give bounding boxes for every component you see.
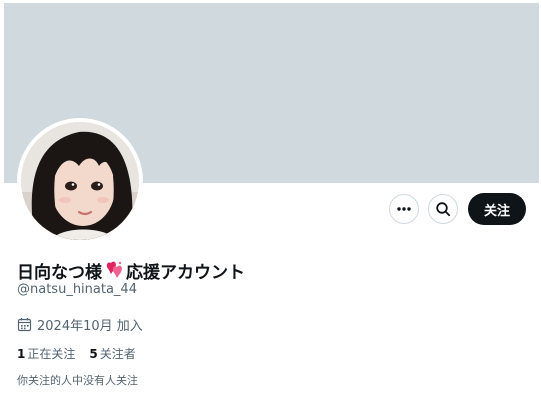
followers-link[interactable]: 5 关注者	[89, 345, 135, 362]
followers-label: 关注者	[99, 347, 136, 361]
search-icon	[436, 202, 451, 217]
calendar-icon	[17, 318, 32, 332]
avatar-border	[17, 118, 143, 244]
follow-stats: 1 正在关注 5 关注者	[17, 345, 150, 362]
join-date: 2024年10月 加入	[17, 315, 143, 334]
following-label: 正在关注	[27, 347, 76, 361]
more-horizontal-icon	[397, 207, 411, 211]
user-handle: @natsu_hinata_44	[17, 282, 137, 297]
following-count: 1	[17, 347, 26, 361]
followers-count: 5	[89, 347, 98, 361]
avatar-photo	[21, 122, 139, 240]
profile-page: 关注 日向なつ様 応援アカウント @natsu_hinata_44 2024年1…	[0, 0, 541, 413]
display-name-part1: 日向なつ様	[17, 262, 102, 283]
join-date-text: 2024年10月 加入	[37, 319, 143, 334]
follow-button[interactable]: 关注	[468, 193, 526, 225]
more-button[interactable]	[389, 194, 419, 224]
search-button[interactable]	[428, 194, 458, 224]
followers-you-know: 你关注的人中没有人关注	[17, 374, 138, 387]
following-link[interactable]: 1 正在关注	[17, 345, 75, 362]
display-name-part2: 応援アカウント	[126, 262, 245, 283]
avatar[interactable]	[21, 122, 139, 240]
display-name: 日向なつ様 応援アカウント	[17, 258, 245, 283]
two-hearts-icon	[106, 261, 122, 278]
